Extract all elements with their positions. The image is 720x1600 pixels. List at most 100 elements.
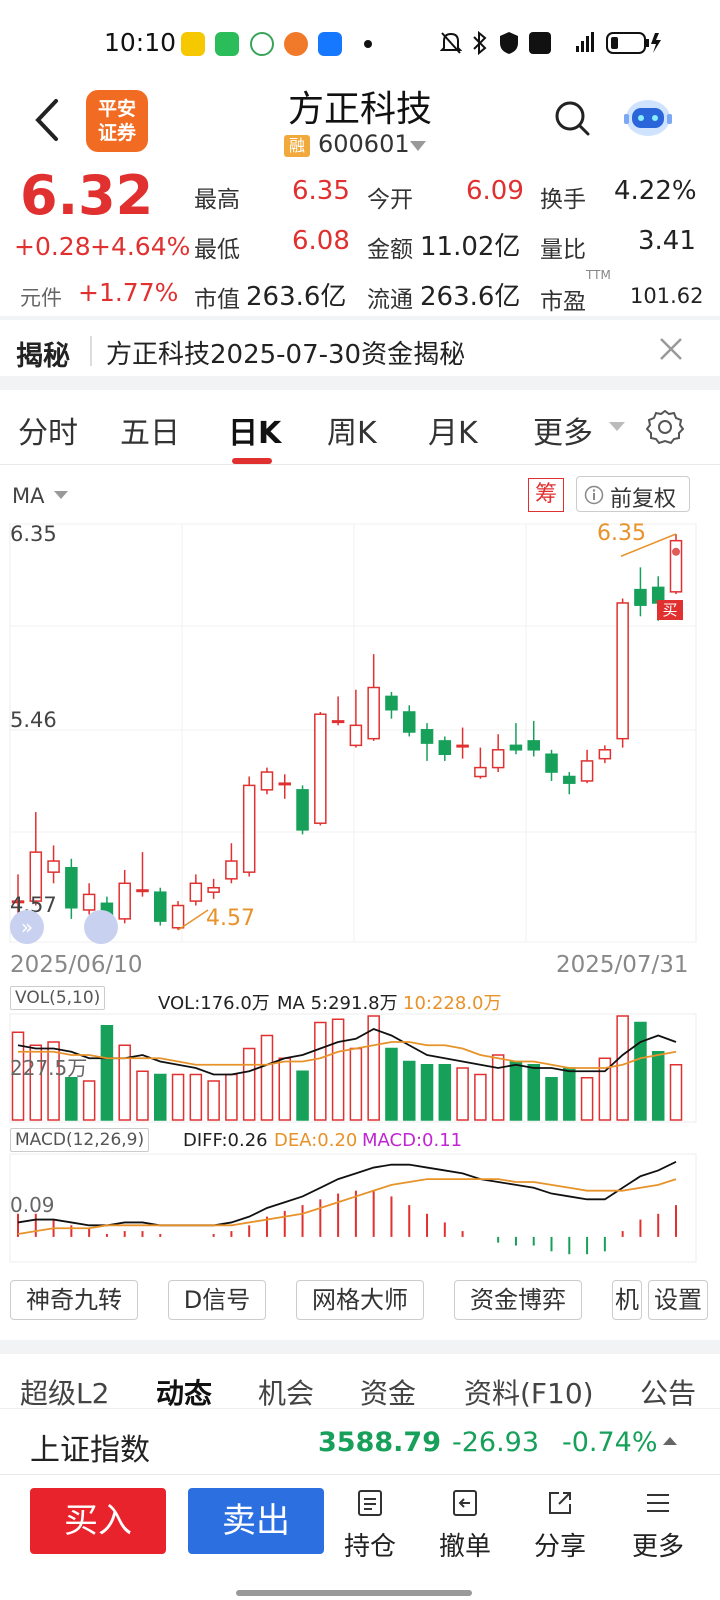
candle-body <box>385 695 398 711</box>
volume-axis-label: 227.5万 <box>10 1056 88 1080</box>
secret-link[interactable]: 方正科技2025-07-30资金揭秘 <box>106 334 465 371</box>
tab-announcements[interactable]: 公告 <box>640 1372 696 1412</box>
volume-indicator-selector[interactable]: VOL(5,10) <box>10 986 106 1010</box>
volume-bar <box>118 1044 131 1121</box>
chevron-down-icon[interactable] <box>410 141 426 151</box>
index-value: 3588.79 <box>318 1427 441 1458</box>
ma-selector[interactable]: MA <box>12 484 44 508</box>
candle-body <box>171 904 185 929</box>
sell-button[interactable]: 卖出 <box>188 1488 324 1554</box>
price-change: +0.28 <box>14 232 91 261</box>
gear-icon[interactable] <box>646 408 684 446</box>
volume-chart <box>9 1013 697 1123</box>
fullscreen-icon[interactable] <box>84 910 118 944</box>
volume-ma10-line <box>18 1041 677 1069</box>
tab-news[interactable]: 动态 <box>156 1372 212 1412</box>
candle-body <box>278 782 292 786</box>
tab-monthly-k[interactable]: 月K <box>428 408 478 452</box>
float-value: 263.6亿 <box>420 282 521 312</box>
dot-icon <box>364 40 372 48</box>
pe-value: 101.62 <box>630 284 704 308</box>
secret-title: 揭秘 <box>16 341 70 372</box>
search-icon[interactable] <box>552 98 592 138</box>
settings-button[interactable]: 设置 <box>648 1280 708 1320</box>
low-value: 6.08 <box>292 226 350 256</box>
volume-bar <box>491 1054 505 1121</box>
volume-bar <box>242 1047 256 1121</box>
robot-assistant-icon[interactable] <box>622 92 674 140</box>
volume-bar <box>349 1047 363 1121</box>
dea-line <box>17 1178 677 1235</box>
stock-code[interactable]: 600601 <box>318 130 410 158</box>
share-icon <box>549 1492 571 1514</box>
pe-ttm-sup: TTM <box>586 268 611 282</box>
tab-super-l2[interactable]: 超级L2 <box>20 1372 109 1412</box>
tab-capital[interactable]: 资金 <box>360 1372 416 1412</box>
cancel-order-button[interactable]: 撤单 <box>425 1488 505 1563</box>
chip-distribution-button[interactable]: 筹 <box>528 478 564 512</box>
more-button[interactable]: 更多 <box>618 1488 698 1563</box>
volume-bar <box>260 1034 274 1121</box>
close-icon[interactable] <box>658 336 684 362</box>
battery-icon <box>606 32 661 54</box>
expand-left-icon[interactable]: » <box>10 910 44 944</box>
nine-turn-button[interactable]: 神奇九转 <box>10 1280 138 1320</box>
buy-button[interactable]: 买入 <box>30 1488 166 1554</box>
high-label: 最高 <box>194 187 240 213</box>
tab-five-day[interactable]: 五日 <box>120 408 180 452</box>
volume-bar <box>171 1073 185 1121</box>
shield-s-icon <box>500 32 518 54</box>
volume-bar <box>580 1077 594 1121</box>
menu-icon <box>647 1494 669 1512</box>
candle-body <box>420 729 434 744</box>
tab-intraday[interactable]: 分时 <box>18 408 78 452</box>
index-ticker-bar[interactable]: 上证指数 3588.79 -26.93 -0.74% <box>0 1408 720 1474</box>
grid-master-button[interactable]: 网格大师 <box>296 1280 424 1320</box>
turnover-value: 4.22% <box>614 176 697 206</box>
tab-f10[interactable]: 资料(F10) <box>464 1372 594 1412</box>
volume-bar <box>402 1060 416 1121</box>
candle-body <box>509 744 523 751</box>
macd-chart <box>9 1153 697 1263</box>
tab-weekly-k[interactable]: 周K <box>327 408 377 452</box>
tab-daily-k[interactable]: 日K <box>228 408 281 452</box>
capital-game-button[interactable]: 资金博弈 <box>454 1280 582 1320</box>
volume-bar <box>278 1057 292 1121</box>
chevron-up-icon[interactable] <box>663 1437 677 1445</box>
volume-bar <box>331 1018 345 1121</box>
macd-indicator-selector[interactable]: MACD(12,26,9) <box>10 1128 150 1152</box>
share-button[interactable]: 分享 <box>520 1488 600 1563</box>
tab-more[interactable]: 更多 <box>533 408 593 452</box>
info-icon <box>584 485 604 505</box>
chevron-down-icon[interactable] <box>609 422 625 431</box>
chevron-down-icon[interactable] <box>54 491 68 499</box>
candle-body <box>438 740 452 755</box>
volume-bar <box>438 1064 452 1121</box>
meituan-app-icon <box>181 32 205 56</box>
candle-body <box>225 860 238 880</box>
candlestick-chart[interactable] <box>0 520 720 950</box>
volume-bar <box>651 1051 665 1121</box>
candle-body <box>47 860 60 873</box>
volume-bar <box>65 1077 78 1121</box>
d-signal-button[interactable]: D信号 <box>168 1280 266 1320</box>
mktcap-value: 263.6亿 <box>246 282 347 312</box>
positions-button[interactable]: 持仓 <box>330 1488 410 1563</box>
volume-bar <box>509 1060 523 1121</box>
candle-body <box>331 720 345 724</box>
bluetooth-icon <box>473 30 487 56</box>
low-marker-label: 4.57 <box>206 906 255 931</box>
volume-bar <box>563 1067 576 1121</box>
unit-label: 元件 <box>20 286 62 310</box>
volume-bar <box>385 1047 398 1121</box>
divider <box>0 316 720 320</box>
separator <box>90 336 92 366</box>
candle-body <box>314 713 327 824</box>
tab-opportunity[interactable]: 机会 <box>258 1372 314 1412</box>
candle-body <box>296 789 309 831</box>
chart-frame <box>9 1153 697 1263</box>
volume-bar <box>527 1064 540 1121</box>
opportunity-button[interactable]: 机 <box>612 1280 642 1320</box>
candle-body <box>616 602 629 740</box>
share-label: 分享 <box>533 1532 586 1562</box>
